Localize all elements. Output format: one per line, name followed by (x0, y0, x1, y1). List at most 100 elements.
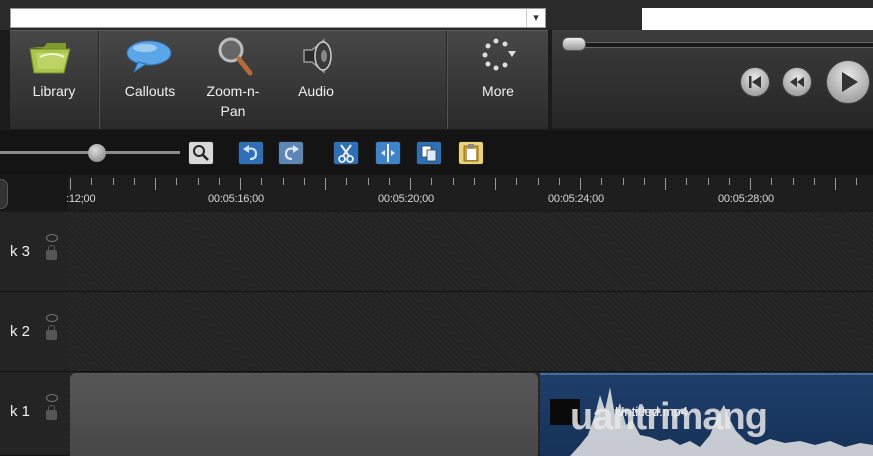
ruler-tick (389, 178, 390, 185)
lock-icon[interactable] (46, 245, 57, 260)
gray-clip[interactable] (70, 373, 538, 456)
ruler-tick (835, 178, 836, 190)
callouts-button[interactable]: Callouts (112, 31, 188, 129)
ruler-tick (856, 178, 857, 185)
track-3: k 3 (0, 212, 873, 292)
ruler-tick (70, 178, 71, 190)
folder-icon (29, 43, 71, 74)
preview-header-field (642, 8, 873, 30)
paste-icon (463, 144, 479, 162)
watermark-logo: uantrimang (570, 396, 768, 439)
zoom-n-pan-label-line1: Zoom-n- (206, 83, 260, 99)
ruler-tick (665, 178, 666, 190)
ruler-tick (304, 178, 305, 185)
redo-icon (284, 145, 299, 161)
ruler-tick (771, 178, 772, 185)
ruler-tick (113, 178, 114, 185)
ruler-tick (580, 178, 581, 190)
ruler-tick (219, 178, 220, 185)
ruler-tick (134, 178, 135, 185)
track-label: k 2 (10, 323, 31, 340)
ruler-tick (176, 178, 177, 185)
ruler-tick (155, 178, 156, 190)
ruler-tick (261, 178, 262, 185)
ruler-tick (708, 178, 709, 185)
lock-icon[interactable] (46, 405, 57, 420)
rewind-button[interactable] (782, 67, 812, 97)
split-icon (381, 144, 395, 162)
timeline-toolbar (0, 130, 873, 175)
toolbar-divider (98, 31, 100, 129)
task-toolbar: Library Callouts Zoom-n- Pan Audio More (10, 30, 548, 129)
track-lane[interactable] (68, 292, 873, 372)
undo-button[interactable] (238, 141, 264, 165)
playback-scrubber[interactable] (564, 42, 873, 48)
redo-button[interactable] (278, 141, 304, 165)
ruler-tick (623, 178, 624, 185)
split-button[interactable] (375, 141, 401, 165)
cut-button[interactable] (333, 141, 359, 165)
ruler-tick (410, 178, 411, 190)
ruler-tick (198, 178, 199, 185)
zoom-n-pan-button[interactable]: Zoom-n- Pan (194, 31, 272, 129)
eye-icon[interactable] (46, 234, 58, 242)
zoom-slider-handle[interactable] (88, 144, 106, 162)
playhead-knob[interactable] (0, 179, 8, 209)
undo-icon (243, 145, 258, 161)
zoom-search-button[interactable] (188, 141, 214, 165)
time-label: 00:05:20;00 (378, 193, 434, 205)
copy-button[interactable] (416, 141, 442, 165)
ruler-tick (495, 178, 496, 190)
time-label: 00:05:24;00 (548, 193, 604, 205)
track-header: k 3 (0, 212, 68, 292)
canvas-size-dropdown[interactable]: ▾ (10, 8, 546, 28)
ruler-tick (368, 178, 369, 185)
audio-button[interactable]: Audio (280, 31, 352, 129)
zoom-n-pan-label-line2: Pan (220, 103, 246, 119)
ruler-tick (644, 178, 645, 185)
library-button[interactable]: Library (10, 31, 98, 129)
time-label: 00:05:16;00 (208, 193, 264, 205)
time-label: :12;00 (66, 193, 96, 205)
ruler-tick (686, 178, 687, 185)
ruler-tick (91, 178, 92, 185)
rewind-icon (790, 77, 804, 87)
paste-button[interactable] (458, 141, 484, 165)
ruler-tick (729, 178, 730, 185)
track-lane[interactable] (68, 212, 873, 292)
scrubber-handle[interactable] (562, 37, 586, 51)
ruler-tick (240, 178, 241, 190)
ruler-tick (283, 178, 284, 185)
eye-icon[interactable] (46, 314, 58, 322)
player-panel (552, 30, 873, 128)
search-icon (193, 145, 209, 161)
lock-icon[interactable] (46, 325, 57, 340)
skip-back-icon (749, 76, 761, 88)
more-button[interactable]: More (450, 31, 546, 129)
track-header: k 1 (0, 372, 68, 456)
timeline-ruler[interactable]: :12;00 00:05:16;00 00:05:20;00 00:05:24;… (0, 175, 873, 210)
chevron-down-icon[interactable]: ▾ (526, 9, 545, 27)
track-header: k 2 (0, 292, 68, 372)
ruler-tick (793, 178, 794, 185)
ruler-tick (516, 178, 517, 185)
eye-icon[interactable] (46, 394, 58, 402)
toolbar-divider (446, 31, 448, 129)
audio-label: Audio (298, 83, 334, 99)
ruler-tick (814, 178, 815, 185)
ruler-tick (325, 178, 326, 190)
copy-icon (421, 145, 437, 162)
library-label: Library (32, 83, 76, 99)
skip-to-start-button[interactable] (740, 67, 770, 97)
ruler-tick (431, 178, 432, 185)
magnifier-icon (218, 37, 253, 76)
ruler-tick (453, 178, 454, 185)
track-label: k 3 (10, 243, 31, 260)
callouts-label: Callouts (124, 83, 176, 99)
ruler-tick (474, 178, 475, 185)
play-button[interactable] (826, 60, 870, 104)
track-2: k 2 (0, 292, 873, 372)
more-label: More (482, 83, 514, 99)
play-icon (842, 72, 858, 92)
more-dots-icon (482, 38, 516, 71)
